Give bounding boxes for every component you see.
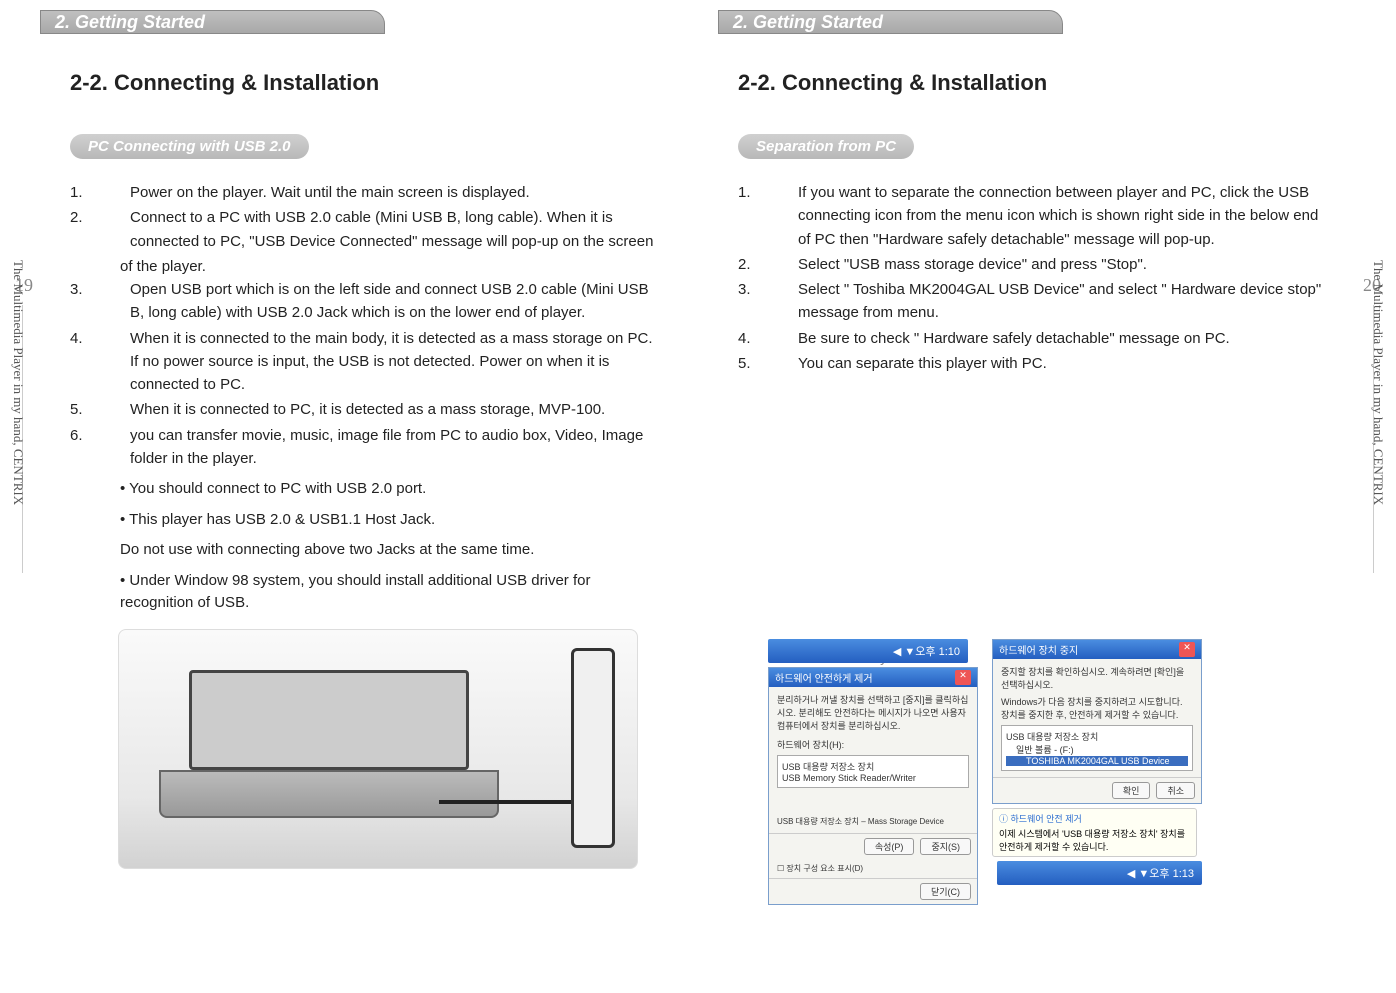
laptop-icon xyxy=(139,670,519,840)
step-num: 2. xyxy=(738,253,798,276)
step-item: 4. Be sure to check " Hardware safely de… xyxy=(738,327,1326,350)
dialog-titlebar: 하드웨어 안전하게 제거 ✕ xyxy=(769,668,977,687)
usb-cable-icon xyxy=(439,800,589,804)
balloon-text: 이제 시스템에서 'USB 대용량 저장소 장치' 장치를 안전하게 제거할 수… xyxy=(999,827,1190,853)
step-num: 4. xyxy=(70,327,130,397)
step-item: 2. Select "USB mass storage device" and … xyxy=(738,253,1326,276)
page-right: 20 The Multimedia Player in my hand, CEN… xyxy=(698,0,1396,993)
taskbar-time: 오후 1:10 xyxy=(915,643,960,659)
content-left: 2-2. Connecting & Installation PC Connec… xyxy=(70,70,658,869)
step-text: Select " Toshiba MK2004GAL USB Device" a… xyxy=(798,278,1326,325)
step-continuation: of the player. xyxy=(120,255,658,278)
step-item: 4. When it is connected to the main body… xyxy=(70,327,658,397)
step-num: 6. xyxy=(70,424,130,471)
list-item-selected[interactable]: TOSHIBA MK2004GAL USB Device xyxy=(1006,756,1188,766)
step-text: You can separate this player with PC. xyxy=(798,352,1326,375)
chapter-heading: 2. Getting Started xyxy=(40,10,385,34)
safe-remove-dialog: 하드웨어 안전하게 제거 ✕ 분리하거나 꺼낼 장치를 선택하고 [중지]를 클… xyxy=(768,667,978,905)
close-icon[interactable]: ✕ xyxy=(955,670,971,685)
device-tree[interactable]: USB 대용량 저장소 장치 일반 볼륨 - (F:) TOSHIBA MK20… xyxy=(1001,725,1193,771)
step-text: If you want to separate the connection b… xyxy=(798,181,1326,251)
side-brand-text: The Multimedia Player in my hand, CENTRI… xyxy=(10,260,26,505)
page-left: 19 The Multimedia Player in my hand, CEN… xyxy=(0,0,698,993)
step-num: 3. xyxy=(70,278,130,325)
dialog-message: 중지할 장치를 확인하십시오. 계속하려면 [확인]을 선택하십시오. xyxy=(1001,665,1193,691)
step-text: Select "USB mass storage device" and pre… xyxy=(798,253,1326,276)
step-text: Power on the player. Wait until the main… xyxy=(130,181,658,204)
side-brand-text: The Multimedia Player in my hand, CENTRI… xyxy=(1370,260,1386,505)
list-item[interactable]: USB 대용량 저장소 장치 xyxy=(1006,730,1188,743)
step-item: 2. Connect to a PC with USB 2.0 cable (M… xyxy=(70,206,658,253)
step-num: 4. xyxy=(738,327,798,350)
step-num: 5. xyxy=(738,352,798,375)
bullet-note: • This player has USB 2.0 & USB1.1 Host … xyxy=(120,509,658,532)
section-title: 2-2. Connecting & Installation xyxy=(70,70,658,96)
dialog-title-text: 하드웨어 장치 중지 xyxy=(999,642,1078,657)
chapter-heading: 2. Getting Started xyxy=(718,10,1063,34)
bullet-note: • Under Window 98 system, you should ins… xyxy=(120,570,658,615)
safe-remove-balloon: ⓘ 하드웨어 안전 제거 이제 시스템에서 'USB 대용량 저장소 장치' 장… xyxy=(992,808,1197,857)
screenshot-row: ◀ ▼ 오후 1:10 하드웨어 안전하게 제거 ✕ 분리하거나 꺼낼 장치를 … xyxy=(768,639,1306,905)
step-text: When it is connected to PC, it is detect… xyxy=(130,398,658,421)
bullet-note: • You should connect to PC with USB 2.0 … xyxy=(120,478,658,501)
dialog-title-text: 하드웨어 안전하게 제거 xyxy=(775,670,873,685)
tray-icon: ◀ ▼ xyxy=(1127,867,1149,880)
section-title: 2-2. Connecting & Installation xyxy=(738,70,1326,96)
close-button[interactable]: 닫기(C) xyxy=(920,883,971,900)
step-list-left: 1. Power on the player. Wait until the m… xyxy=(70,181,658,615)
dialog-label: 하드웨어 장치(H): xyxy=(777,738,969,751)
subsection-heading: PC Connecting with USB 2.0 xyxy=(70,134,309,159)
step-item: 3. Open USB port which is on the left si… xyxy=(70,278,658,325)
step-text: Be sure to check " Hardware safely detac… xyxy=(798,327,1326,350)
step-num: 5. xyxy=(70,398,130,421)
step-text: Connect to a PC with USB 2.0 cable (Mini… xyxy=(130,206,658,253)
dialog-message-2: Windows가 다음 장치를 중지하려고 시도합니다. 장치를 중지한 후, … xyxy=(1001,695,1193,721)
balloon-title: ⓘ 하드웨어 안전 제거 xyxy=(999,812,1190,825)
step-item: 6. you can transfer movie, music, image … xyxy=(70,424,658,471)
checkbox-label[interactable]: ☐ 장치 구성 요소 표시(D) xyxy=(777,864,863,873)
step-num: 1. xyxy=(738,181,798,251)
dialog-titlebar: 하드웨어 장치 중지 ✕ xyxy=(993,640,1201,659)
step-item: 3. Select " Toshiba MK2004GAL USB Device… xyxy=(738,278,1326,325)
stop-device-dialog: 하드웨어 장치 중지 ✕ 중지할 장치를 확인하십시오. 계속하려면 [확인]을… xyxy=(992,639,1202,804)
step-num: 2. xyxy=(70,206,130,253)
step-num: 3. xyxy=(738,278,798,325)
content-right: 2-2. Connecting & Installation Separatio… xyxy=(738,70,1326,377)
device-list[interactable]: USB 대용량 저장소 장치 USB Memory Stick Reader/W… xyxy=(777,755,969,788)
step-item: 1. If you want to separate the connectio… xyxy=(738,181,1326,251)
tray-icon: ◀ ▼ xyxy=(893,645,915,658)
step-item: 1. Power on the player. Wait until the m… xyxy=(70,181,658,204)
subsection-heading: Separation from PC xyxy=(738,134,914,159)
close-icon[interactable]: ✕ xyxy=(1179,642,1195,657)
properties-button[interactable]: 속성(P) xyxy=(864,838,915,855)
player-device-icon xyxy=(571,648,615,848)
dialog-message: 분리하거나 꺼낼 장치를 선택하고 [중지]를 클릭하십시오. 분리해도 안전하… xyxy=(777,693,969,732)
taskbar-time: 오후 1:13 xyxy=(1149,865,1194,881)
step-num: 1. xyxy=(70,181,130,204)
list-item[interactable]: USB 대용량 저장소 장치 xyxy=(782,760,964,773)
dialog-footer-text: USB 대용량 저장소 장치 – Mass Storage Device xyxy=(777,816,969,827)
bullet-note: Do not use with connecting above two Jac… xyxy=(120,539,658,562)
step-text: Open USB port which is on the left side … xyxy=(130,278,658,325)
step-item: 5. You can separate this player with PC. xyxy=(738,352,1326,375)
cancel-button[interactable]: 취소 xyxy=(1156,782,1195,799)
stop-button[interactable]: 중지(S) xyxy=(920,838,971,855)
taskbar: ◀ ▼ 오후 1:13 xyxy=(997,861,1202,885)
ok-button[interactable]: 확인 xyxy=(1112,782,1151,799)
step-text: When it is connected to the main body, i… xyxy=(130,327,658,397)
list-item[interactable]: 일반 볼륨 - (F:) xyxy=(1006,743,1188,756)
taskbar: ◀ ▼ 오후 1:10 xyxy=(768,639,968,663)
step-item: 5. When it is connected to PC, it is det… xyxy=(70,398,658,421)
connection-illustration xyxy=(118,629,638,869)
list-item[interactable]: USB Memory Stick Reader/Writer xyxy=(782,773,964,783)
step-text: you can transfer movie, music, image fil… xyxy=(130,424,658,471)
step-list-right: 1. If you want to separate the connectio… xyxy=(738,181,1326,375)
